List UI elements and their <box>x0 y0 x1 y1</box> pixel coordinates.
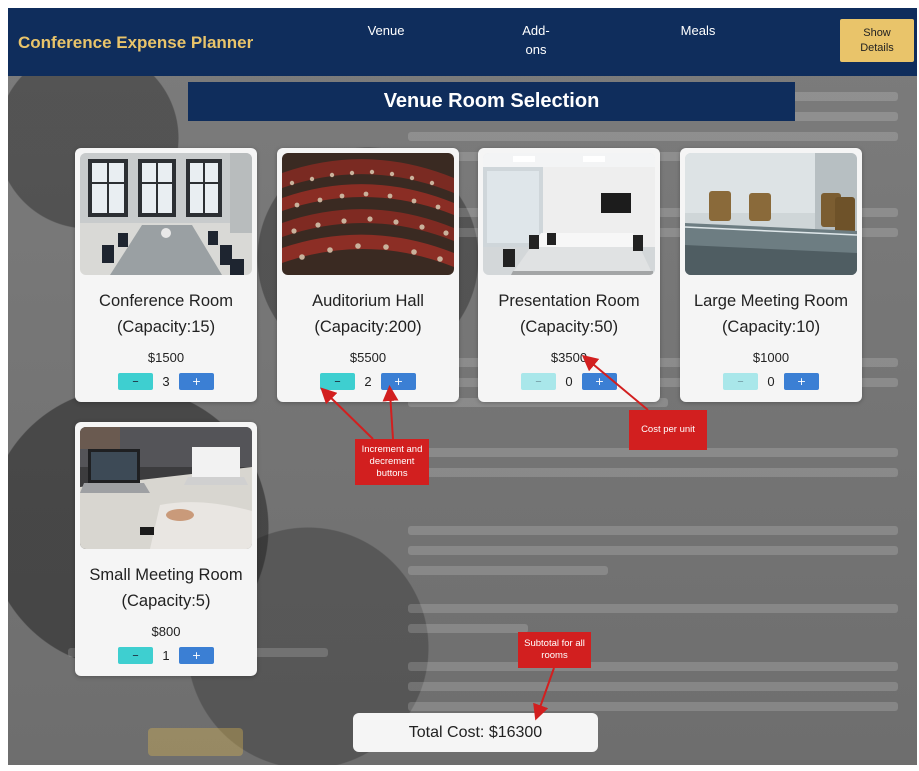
nav-link-venue[interactable]: Venue <box>366 21 406 40</box>
small-meeting-room-photo <box>80 427 252 549</box>
room-capacity: (Capacity:50) <box>519 318 619 336</box>
room-card-large-meeting: Large Meeting Room (Capacity:10) $1000 –… <box>680 148 862 402</box>
room-price: $800 <box>151 624 181 639</box>
quantity-value: 3 <box>162 373 170 389</box>
auditorium-photo <box>282 153 454 275</box>
increment-button[interactable]: + <box>179 646 214 664</box>
decrement-button[interactable]: – <box>723 372 758 390</box>
annotation-stepper: Increment and decrement buttons <box>355 439 429 485</box>
brand-title[interactable]: Conference Expense Planner <box>18 33 253 53</box>
conference-room-photo <box>80 153 252 275</box>
total-cost: Total Cost: $16300 <box>353 713 598 752</box>
large-meeting-room-photo <box>685 153 857 275</box>
room-price: $5500 <box>349 350 387 365</box>
decrement-button[interactable]: – <box>118 646 153 664</box>
room-price: $1500 <box>147 350 185 365</box>
room-capacity: (Capacity:5) <box>121 592 211 610</box>
room-card-conference: Conference Room (Capacity:15) $1500 – 3 … <box>75 148 257 402</box>
quantity-value: 0 <box>565 373 573 389</box>
room-name: Conference Room <box>99 292 233 310</box>
room-card-presentation: Presentation Room (Capacity:50) $3500 – … <box>478 148 660 402</box>
annotation-subtotal: Subtotal for all rooms <box>518 632 591 668</box>
decrement-button[interactable]: – <box>118 372 153 390</box>
room-price: $1000 <box>752 350 790 365</box>
top-navbar: Conference Expense Planner Venue Add- on… <box>8 8 917 76</box>
quantity-value: 2 <box>364 373 372 389</box>
increment-button[interactable]: + <box>784 372 819 390</box>
room-capacity: (Capacity:15) <box>116 318 216 336</box>
room-price: $3500 <box>550 350 588 365</box>
increment-button[interactable]: + <box>381 372 416 390</box>
quantity-stepper: – 3 + <box>75 372 257 390</box>
room-capacity: (Capacity:10) <box>721 318 821 336</box>
room-name: Auditorium Hall <box>312 292 424 310</box>
show-details-button[interactable]: Show Details <box>840 19 914 62</box>
room-capacity: (Capacity:200) <box>314 318 422 336</box>
quantity-value: 1 <box>162 647 170 663</box>
quantity-stepper: – 1 + <box>75 646 257 664</box>
annotation-cost: Cost per unit <box>629 410 707 450</box>
section-title: Venue Room Selection <box>188 82 795 121</box>
nav-link-addons[interactable]: Add- ons <box>516 21 556 59</box>
room-card-auditorium: Auditorium Hall (Capacity:200) $5500 – 2… <box>277 148 459 402</box>
room-name: Presentation Room <box>498 292 640 310</box>
room-name: Small Meeting Room <box>89 566 243 584</box>
app-stage: Conference Expense Planner Venue Add- on… <box>8 8 917 765</box>
quantity-value: 0 <box>767 373 775 389</box>
quantity-stepper: – 0 + <box>680 372 862 390</box>
quantity-stepper: – 2 + <box>277 372 459 390</box>
nav-link-meals[interactable]: Meals <box>678 21 718 40</box>
presentation-room-photo <box>483 153 655 275</box>
room-card-small-meeting: Small Meeting Room (Capacity:5) $800 – 1… <box>75 422 257 676</box>
increment-button[interactable]: + <box>179 372 214 390</box>
decrement-button[interactable]: – <box>521 372 556 390</box>
quantity-stepper: – 0 + <box>478 372 660 390</box>
increment-button[interactable]: + <box>582 372 617 390</box>
room-name: Large Meeting Room <box>693 292 849 310</box>
decrement-button[interactable]: – <box>320 372 355 390</box>
